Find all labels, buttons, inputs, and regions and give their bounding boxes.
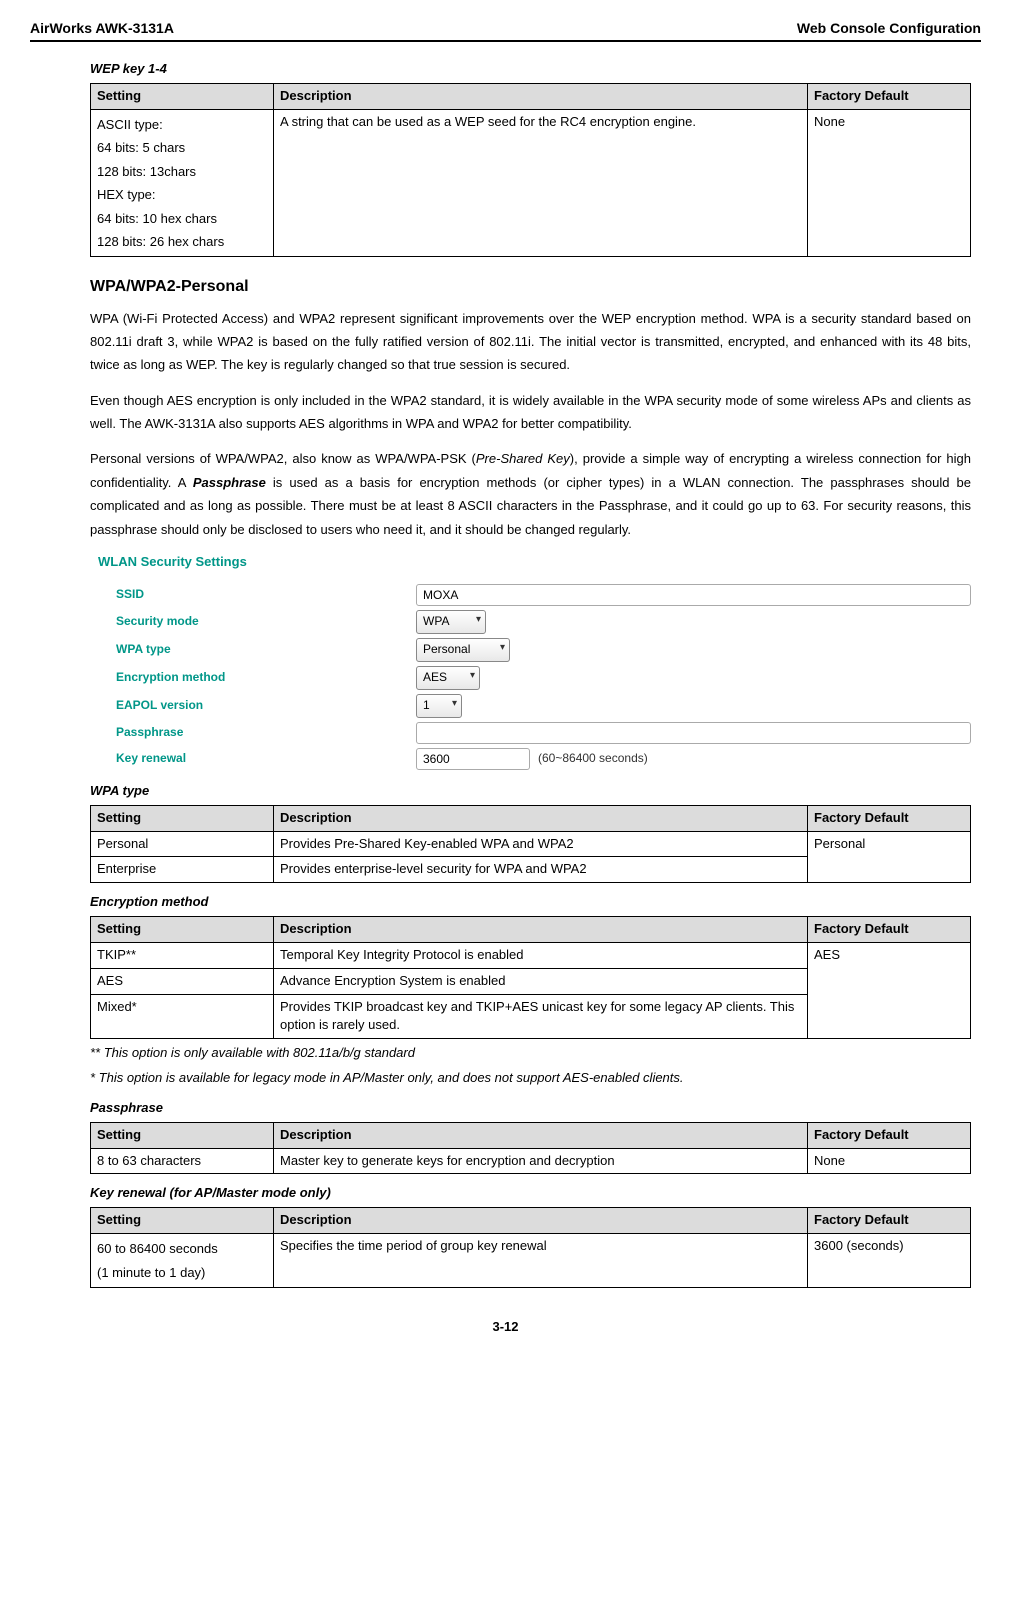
pass-table: Setting Description Factory Default 8 to…	[90, 1122, 971, 1175]
key-renewal-label: Key renewal	[98, 750, 416, 767]
key-caption: Key renewal (for AP/Master mode only)	[90, 1184, 971, 1203]
th-setting: Setting	[91, 1208, 274, 1234]
table-row: 60 to 86400 seconds (1 minute to 1 day) …	[91, 1234, 971, 1288]
security-mode-label: Security mode	[98, 613, 416, 630]
header-left: AirWorks AWK-3131A	[30, 18, 174, 38]
th-default: Factory Default	[808, 805, 971, 831]
enc-table: Setting Description Factory Default TKIP…	[90, 916, 971, 1039]
eapol-label: EAPOL version	[98, 697, 416, 714]
th-description: Description	[274, 805, 808, 831]
th-default: Factory Default	[808, 1208, 971, 1234]
wpa-p1: WPA (Wi-Fi Protected Access) and WPA2 re…	[90, 307, 971, 377]
wpa-heading: WPA/WPA2-Personal	[90, 275, 971, 298]
enc-note2: * This option is available for legacy mo…	[90, 1068, 971, 1089]
enc-caption: Encryption method	[90, 893, 971, 912]
wep-caption: WEP key 1-4	[90, 60, 971, 79]
th-setting: Setting	[91, 917, 274, 943]
key-renewal-input[interactable]	[416, 748, 530, 770]
wlan-settings-panel: WLAN Security Settings SSID Security mod…	[90, 553, 971, 770]
table-row: ASCII type: 64 bits: 5 chars 128 bits: 1…	[91, 109, 971, 256]
encryption-label: Encryption method	[98, 669, 416, 686]
header-right: Web Console Configuration	[797, 18, 981, 38]
wpa-type-table: Setting Description Factory Default Pers…	[90, 805, 971, 884]
passphrase-label: Passphrase	[98, 724, 416, 741]
eapol-select[interactable]: 1	[416, 694, 462, 718]
ssid-input[interactable]	[416, 584, 971, 606]
ssid-label: SSID	[98, 586, 416, 603]
th-default: Factory Default	[808, 917, 971, 943]
wpa-type-select[interactable]: Personal	[416, 638, 510, 662]
table-row: 8 to 63 characters Master key to generat…	[91, 1148, 971, 1174]
security-mode-select[interactable]: WPA	[416, 610, 486, 634]
th-setting: Setting	[91, 1122, 274, 1148]
table-row: TKIP** Temporal Key Integrity Protocol i…	[91, 942, 971, 968]
wpa-type-default: Personal	[808, 831, 971, 883]
th-default: Factory Default	[808, 84, 971, 110]
wpa-p3: Personal versions of WPA/WPA2, also know…	[90, 447, 971, 541]
wlan-title: WLAN Security Settings	[98, 553, 971, 572]
wep-table: Setting Description Factory Default ASCI…	[90, 83, 971, 257]
th-description: Description	[274, 1208, 808, 1234]
th-description: Description	[274, 84, 808, 110]
th-setting: Setting	[91, 805, 274, 831]
th-description: Description	[274, 917, 808, 943]
key-table: Setting Description Factory Default 60 t…	[90, 1207, 971, 1288]
pass-caption: Passphrase	[90, 1099, 971, 1118]
enc-default: AES	[808, 942, 971, 1038]
wpa-type-caption: WPA type	[90, 782, 971, 801]
wep-setting-cell: ASCII type: 64 bits: 5 chars 128 bits: 1…	[91, 109, 274, 256]
encryption-select[interactable]: AES	[416, 666, 480, 690]
th-description: Description	[274, 1122, 808, 1148]
page-content: WEP key 1-4 Setting Description Factory …	[90, 60, 971, 1288]
passphrase-input[interactable]	[416, 722, 971, 744]
wpa-p2: Even though AES encryption is only inclu…	[90, 389, 971, 436]
th-setting: Setting	[91, 84, 274, 110]
th-default: Factory Default	[808, 1122, 971, 1148]
enc-note1: ** This option is only available with 80…	[90, 1043, 971, 1064]
page-number: 3-12	[30, 1318, 981, 1337]
page-header: AirWorks AWK-3131A Web Console Configura…	[30, 18, 981, 42]
key-renewal-hint: (60~86400 seconds)	[538, 750, 648, 767]
key-setting-cell: 60 to 86400 seconds (1 minute to 1 day)	[91, 1234, 274, 1288]
wep-desc-cell: A string that can be used as a WEP seed …	[274, 109, 808, 256]
wpa-type-label: WPA type	[98, 641, 416, 658]
table-row: Personal Provides Pre-Shared Key-enabled…	[91, 831, 971, 857]
wep-default-cell: None	[808, 109, 971, 256]
